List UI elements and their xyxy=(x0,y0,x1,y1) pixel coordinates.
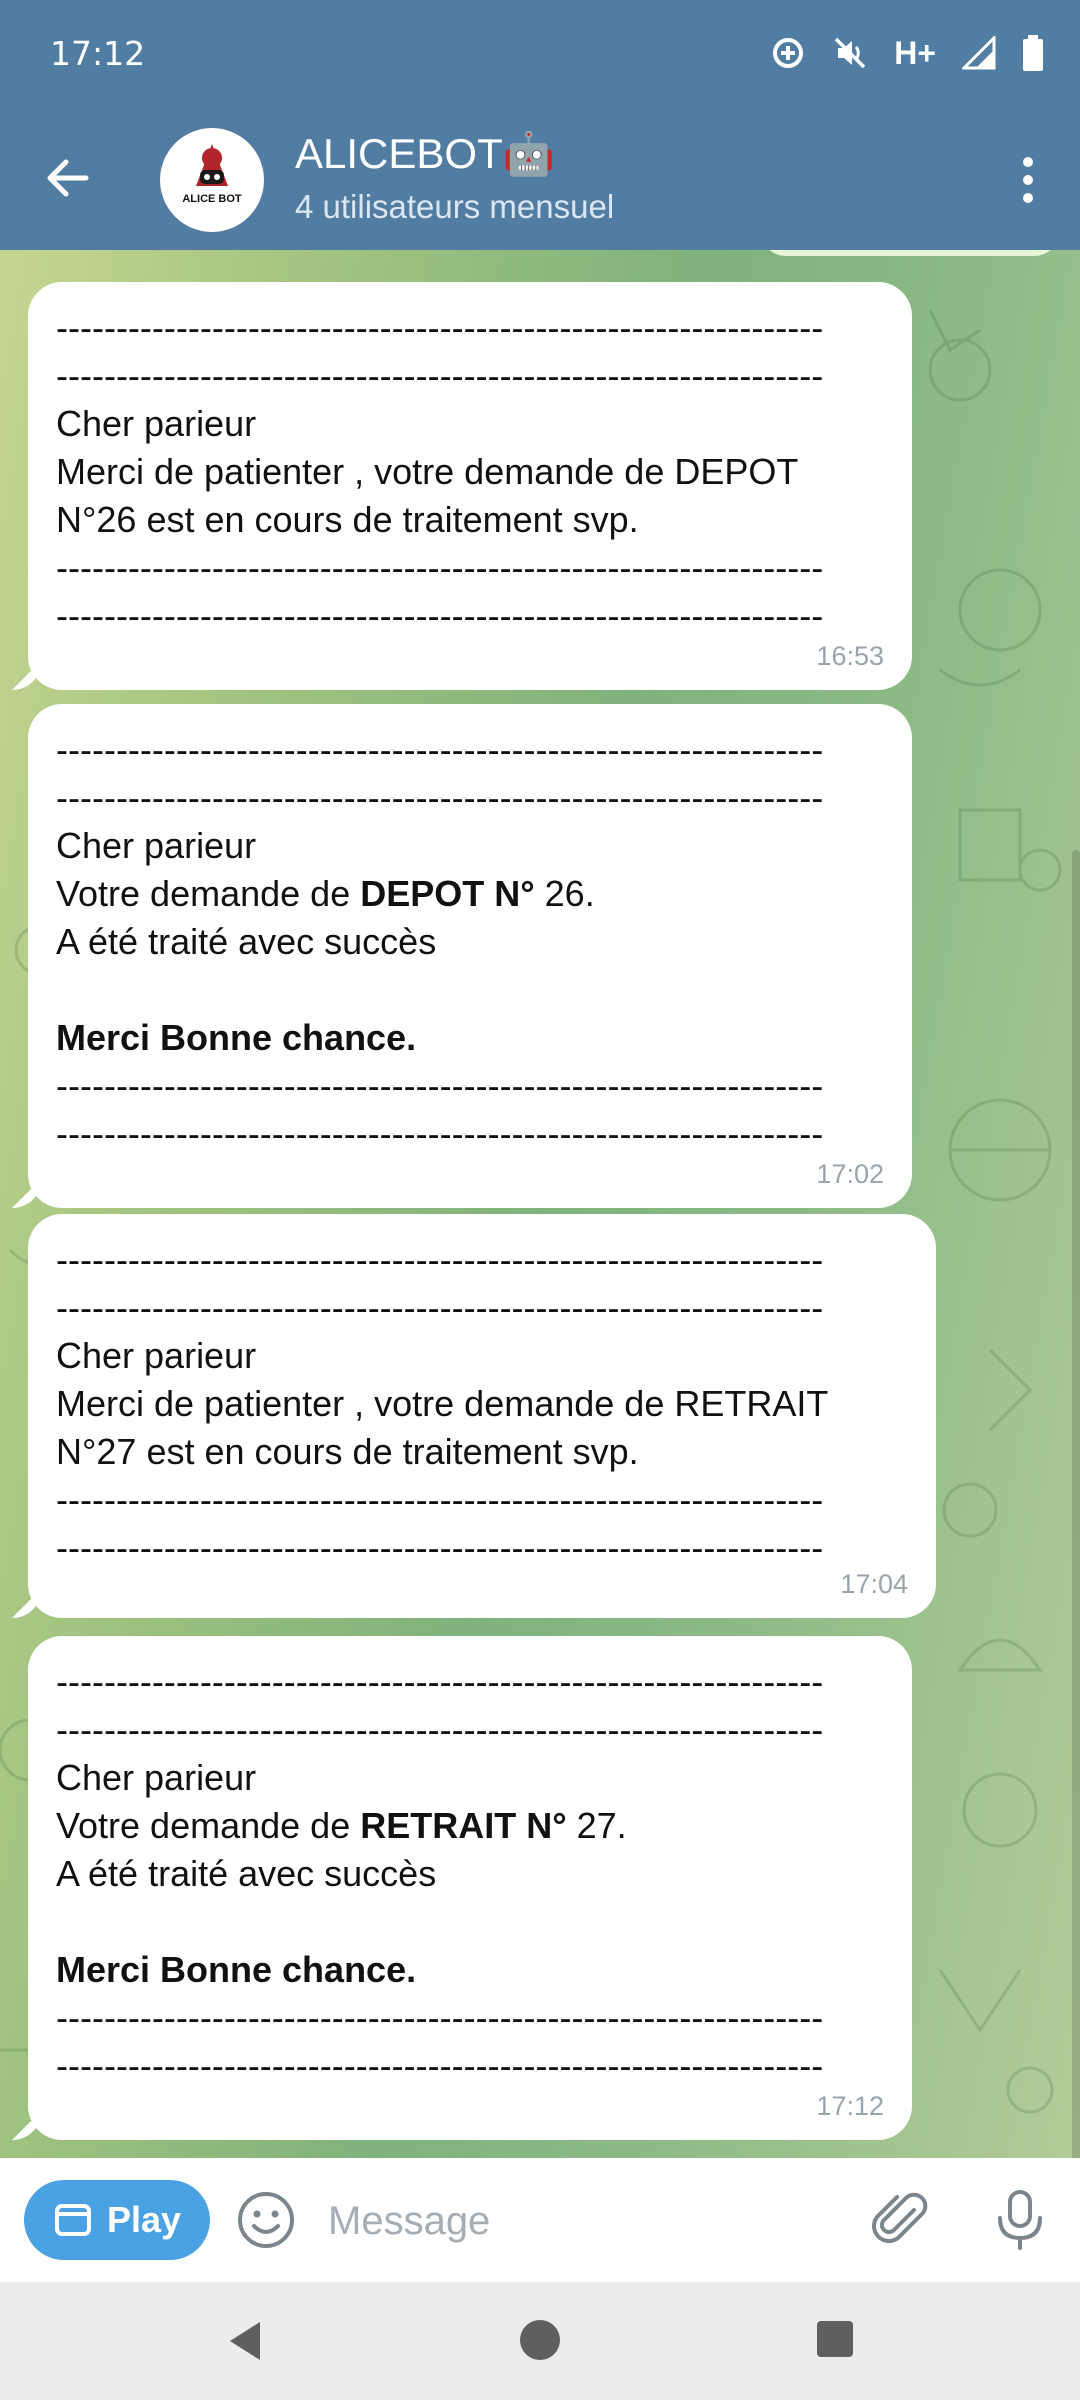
message-bubble[interactable]: ----------------------------------------… xyxy=(28,704,912,1208)
dash-separator: ----------------------------------------… xyxy=(56,1709,824,1750)
microphone-icon[interactable] xyxy=(990,2188,1050,2252)
message-text: Merci de patienter , votre demande de DE… xyxy=(56,451,799,492)
message-bubble[interactable]: ----------------------------------------… xyxy=(28,1214,936,1618)
dash-separator: ----------------------------------------… xyxy=(56,777,824,818)
avatar[interactable]: ALICE BOT xyxy=(160,128,264,232)
dash-separator: ----------------------------------------… xyxy=(56,2045,824,2086)
nav-recents-icon[interactable] xyxy=(814,2318,856,2360)
message-input[interactable] xyxy=(326,2186,830,2256)
message-closing: Merci Bonne chance. xyxy=(56,1946,884,1994)
window-icon xyxy=(54,2204,91,2236)
svg-text:ALICE BOT: ALICE BOT xyxy=(182,193,242,205)
message-greeting: Cher parieur xyxy=(56,825,257,866)
chat-title[interactable]: ALICEBOT🤖 xyxy=(295,130,555,179)
nav-back-icon[interactable] xyxy=(220,2316,270,2366)
message-greeting: Cher parieur xyxy=(56,1757,257,1798)
previous-message-bubble xyxy=(760,250,1060,256)
text-bold-segment: Merci Bonne chance. xyxy=(56,1949,417,1990)
dash-separator: ----------------------------------------… xyxy=(56,729,824,770)
text-segment: 27. xyxy=(566,1805,627,1846)
text-segment: 26. xyxy=(534,873,595,914)
dash-separator: ----------------------------------------… xyxy=(56,355,824,396)
dash-separator: ----------------------------------------… xyxy=(56,1065,824,1106)
text-bold-segment: Merci Bonne chance. xyxy=(56,1017,417,1058)
message-time: 16:53 xyxy=(816,641,884,671)
message-time: 17:04 xyxy=(840,1569,908,1599)
message-text: A été traité avec succès xyxy=(56,921,437,962)
dash-separator: ----------------------------------------… xyxy=(56,1113,824,1154)
chat-subtitle: 4 utilisateurs mensuel xyxy=(295,188,615,225)
network-type: H+ xyxy=(894,34,936,71)
message-bubble[interactable]: ----------------------------------------… xyxy=(28,282,912,690)
scrollbar[interactable] xyxy=(1072,850,1080,2158)
text-segment: Votre demande de xyxy=(56,1805,361,1846)
dash-separator: ----------------------------------------… xyxy=(56,1527,824,1568)
dash-separator: ----------------------------------------… xyxy=(56,1239,824,1280)
message-text: Votre demande de DEPOT N° 26. xyxy=(56,870,884,918)
play-button[interactable]: Play xyxy=(24,2180,210,2260)
nav-home-icon[interactable] xyxy=(516,2316,564,2364)
text-segment: Votre demande de xyxy=(56,873,361,914)
message-text: N°27 est en cours de traitement svp. xyxy=(56,1431,639,1472)
dash-separator: ----------------------------------------… xyxy=(56,1479,824,1520)
dash-separator: ----------------------------------------… xyxy=(56,547,824,588)
app-header: 17:12 H+ ALICE BOT ALICEBOT🤖 4 utilisate… xyxy=(0,0,1080,250)
message-time: 17:12 xyxy=(816,2091,884,2121)
dash-separator: ----------------------------------------… xyxy=(56,595,824,636)
message-text: A été traité avec succès xyxy=(56,1853,437,1894)
alicebot-logo-icon: ALICE BOT xyxy=(182,144,242,205)
dash-separator: ----------------------------------------… xyxy=(56,307,824,348)
system-nav-bar xyxy=(0,2282,1080,2400)
battery-icon xyxy=(1023,35,1043,71)
text-bold-segment: DEPOT N° xyxy=(360,873,535,914)
message-text: N°26 est en cours de traitement svp. xyxy=(56,499,639,540)
message-bubble[interactable]: ----------------------------------------… xyxy=(28,1636,912,2140)
dash-separator: ----------------------------------------… xyxy=(56,1287,824,1328)
message-greeting: Cher parieur xyxy=(56,403,257,444)
more-options-icon[interactable] xyxy=(1000,150,1056,210)
dash-separator: ----------------------------------------… xyxy=(56,1997,824,2038)
attach-icon[interactable] xyxy=(870,2188,934,2252)
emoji-icon[interactable] xyxy=(236,2190,296,2250)
message-greeting: Cher parieur xyxy=(56,1335,257,1376)
message-text: Votre demande de RETRAIT N° 27. xyxy=(56,1802,884,1850)
message-time: 17:02 xyxy=(816,1159,884,1189)
dash-separator: ----------------------------------------… xyxy=(56,1661,824,1702)
message-closing: Merci Bonne chance. xyxy=(56,1014,884,1062)
status-icons: H+ xyxy=(770,30,1044,76)
text-bold-segment: RETRAIT N° xyxy=(360,1805,567,1846)
chat-area[interactable]: ----------------------------------------… xyxy=(0,250,1080,2158)
status-time: 17:12 xyxy=(50,34,146,73)
message-text: Merci de patienter , votre demande de RE… xyxy=(56,1383,829,1424)
play-label: Play xyxy=(106,2199,182,2240)
mute-icon xyxy=(834,37,866,69)
message-input-bar: Play xyxy=(0,2158,1080,2282)
signal-icon xyxy=(962,36,996,70)
data-saver-icon xyxy=(773,38,804,68)
back-arrow-icon[interactable] xyxy=(40,150,96,206)
